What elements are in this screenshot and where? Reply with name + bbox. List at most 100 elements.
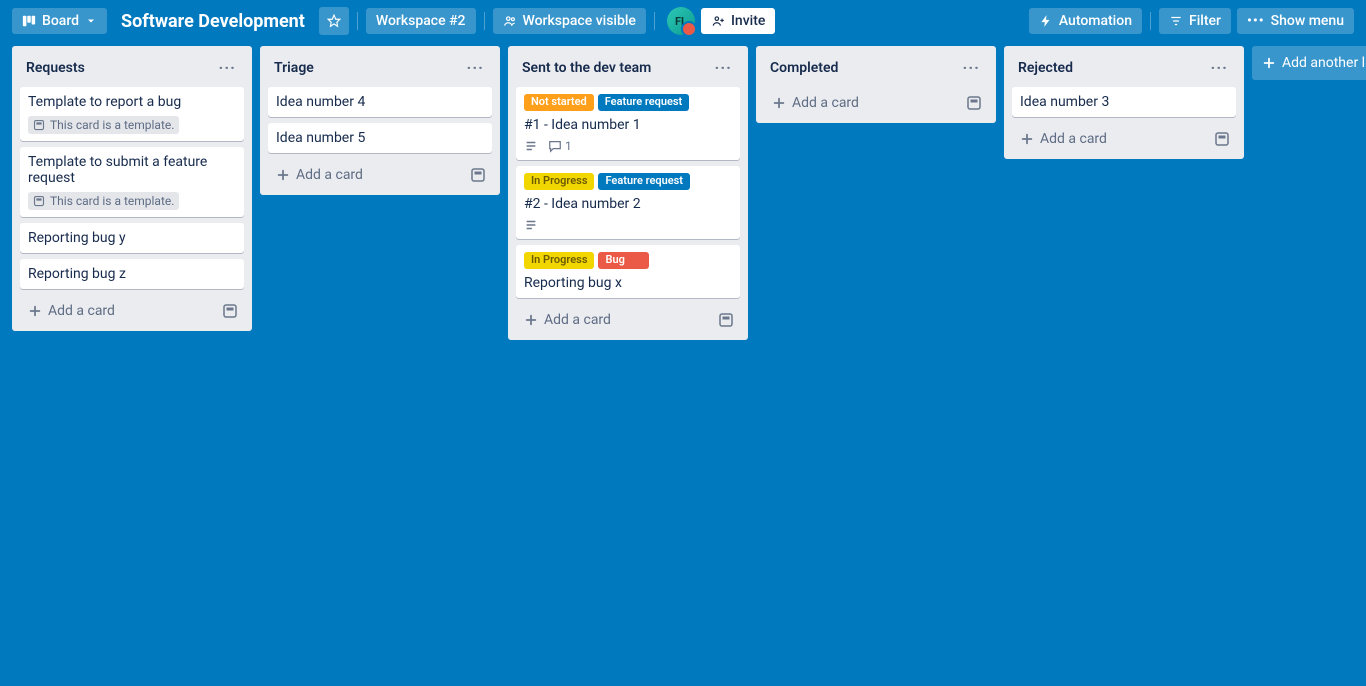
template-icon: [33, 195, 45, 207]
create-from-template-button[interactable]: [468, 165, 488, 185]
ellipsis-icon: •••: [1247, 13, 1265, 29]
card-title: Reporting bug y: [28, 230, 236, 246]
card-title: Template to submit a feature request: [28, 154, 236, 186]
list-menu-button[interactable]: ···: [215, 56, 240, 79]
filter-button[interactable]: Filter: [1159, 8, 1231, 34]
add-card-button[interactable]: Add a card: [520, 308, 615, 332]
invite-label: Invite: [731, 13, 765, 29]
card-title: Idea number 5: [276, 130, 484, 146]
list-rejected: Rejected ··· Idea number 3 Add a card: [1004, 46, 1244, 159]
add-list-button[interactable]: Add another list: [1252, 46, 1366, 80]
filter-label: Filter: [1189, 13, 1221, 29]
list-title[interactable]: Rejected: [1018, 60, 1073, 76]
card[interactable]: Not started Feature request #1 - Idea nu…: [516, 87, 740, 160]
add-card-button[interactable]: Add a card: [24, 299, 119, 323]
list-completed: Completed ··· Add a card: [756, 46, 996, 123]
label-bug[interactable]: Bug: [598, 252, 648, 269]
plus-icon: [524, 313, 538, 327]
card-title: Template to report a bug: [28, 94, 236, 110]
description-badge: [524, 139, 538, 153]
show-menu-button[interactable]: ••• Show menu: [1237, 8, 1354, 34]
template-badge: This card is a template.: [28, 192, 179, 210]
comment-icon: [548, 139, 562, 153]
divider: [1150, 12, 1151, 30]
card[interactable]: In Progress Bug Reporting bug x: [516, 245, 740, 298]
list-menu-button[interactable]: ···: [711, 56, 736, 79]
automation-button[interactable]: Automation: [1029, 8, 1142, 34]
card[interactable]: Idea number 5: [268, 123, 492, 153]
show-menu-label: Show menu: [1271, 13, 1344, 29]
label-in-progress[interactable]: In Progress: [524, 173, 594, 190]
star-button[interactable]: [319, 7, 349, 35]
card[interactable]: In Progress Feature request #2 - Idea nu…: [516, 166, 740, 239]
card-badges: [524, 218, 732, 232]
card-title: #2 - Idea number 2: [524, 196, 732, 212]
card-labels: Not started Feature request: [524, 94, 732, 111]
card[interactable]: Reporting bug y: [20, 223, 244, 253]
card[interactable]: Idea number 4: [268, 87, 492, 117]
list-menu-button[interactable]: ···: [959, 56, 984, 79]
create-from-template-button[interactable]: [220, 301, 240, 321]
workspace-button[interactable]: Workspace #2: [366, 8, 476, 34]
plus-icon: [28, 304, 42, 318]
description-icon: [524, 139, 538, 153]
card[interactable]: Idea number 3: [1012, 87, 1236, 117]
label-not-started[interactable]: Not started: [524, 94, 594, 111]
board-title[interactable]: Software Development: [113, 11, 313, 32]
plus-icon: [276, 168, 290, 182]
create-from-template-button[interactable]: [716, 310, 736, 330]
plus-icon: [1262, 56, 1276, 70]
card[interactable]: Reporting bug z: [20, 259, 244, 289]
list-title[interactable]: Sent to the dev team: [522, 60, 651, 76]
plus-icon: [772, 96, 786, 110]
label-in-progress[interactable]: In Progress: [524, 252, 594, 269]
plus-icon: [1020, 132, 1034, 146]
star-icon: [327, 14, 341, 28]
label-feature-request[interactable]: Feature request: [598, 94, 690, 111]
board-icon: [22, 14, 36, 28]
list-menu-button[interactable]: ···: [463, 56, 488, 79]
people-icon: [503, 14, 517, 28]
list-menu-button[interactable]: ···: [1207, 56, 1232, 79]
label-feature-request[interactable]: Feature request: [598, 173, 690, 190]
list-title[interactable]: Triage: [274, 60, 314, 76]
bolt-icon: [1039, 14, 1053, 28]
card[interactable]: Template to submit a feature request Thi…: [20, 147, 244, 217]
create-from-template-button[interactable]: [964, 93, 984, 113]
card-title: Idea number 4: [276, 94, 484, 110]
card-labels: In Progress Bug: [524, 252, 732, 269]
create-from-template-button[interactable]: [1212, 129, 1232, 149]
template-icon: [1214, 131, 1230, 147]
template-icon: [33, 119, 45, 131]
filter-icon: [1169, 14, 1183, 28]
add-card-button[interactable]: Add a card: [1016, 127, 1111, 151]
visibility-button[interactable]: Workspace visible: [493, 8, 646, 34]
template-icon: [966, 95, 982, 111]
board-view-switcher[interactable]: Board: [12, 8, 107, 34]
template-badge: This card is a template.: [28, 116, 179, 134]
member-avatar[interactable]: FL: [667, 7, 695, 35]
comments-badge: 1: [548, 139, 572, 153]
list-title[interactable]: Completed: [770, 60, 838, 76]
template-icon: [222, 303, 238, 319]
list-title[interactable]: Requests: [26, 60, 85, 76]
visibility-label: Workspace visible: [523, 13, 636, 29]
card-labels: In Progress Feature request: [524, 173, 732, 190]
card[interactable]: Template to report a bug This card is a …: [20, 87, 244, 141]
template-icon: [470, 167, 486, 183]
divider: [357, 12, 358, 30]
card-badges: 1: [524, 139, 732, 153]
list-triage: Triage ··· Idea number 4 Idea number 5 A…: [260, 46, 500, 195]
chevron-down-icon: [85, 15, 97, 27]
list-requests: Requests ··· Template to report a bug Th…: [12, 46, 252, 331]
card-title: Reporting bug x: [524, 275, 732, 291]
add-card-button[interactable]: Add a card: [272, 163, 367, 187]
person-add-icon: [711, 14, 725, 28]
board-header: Board Software Development Workspace #2 …: [0, 0, 1366, 42]
description-badge: [524, 218, 538, 232]
card-title: #1 - Idea number 1: [524, 117, 732, 133]
card-title: Reporting bug z: [28, 266, 236, 282]
invite-button[interactable]: Invite: [701, 8, 775, 34]
add-card-button[interactable]: Add a card: [768, 91, 863, 115]
card-title: Idea number 3: [1020, 94, 1228, 110]
